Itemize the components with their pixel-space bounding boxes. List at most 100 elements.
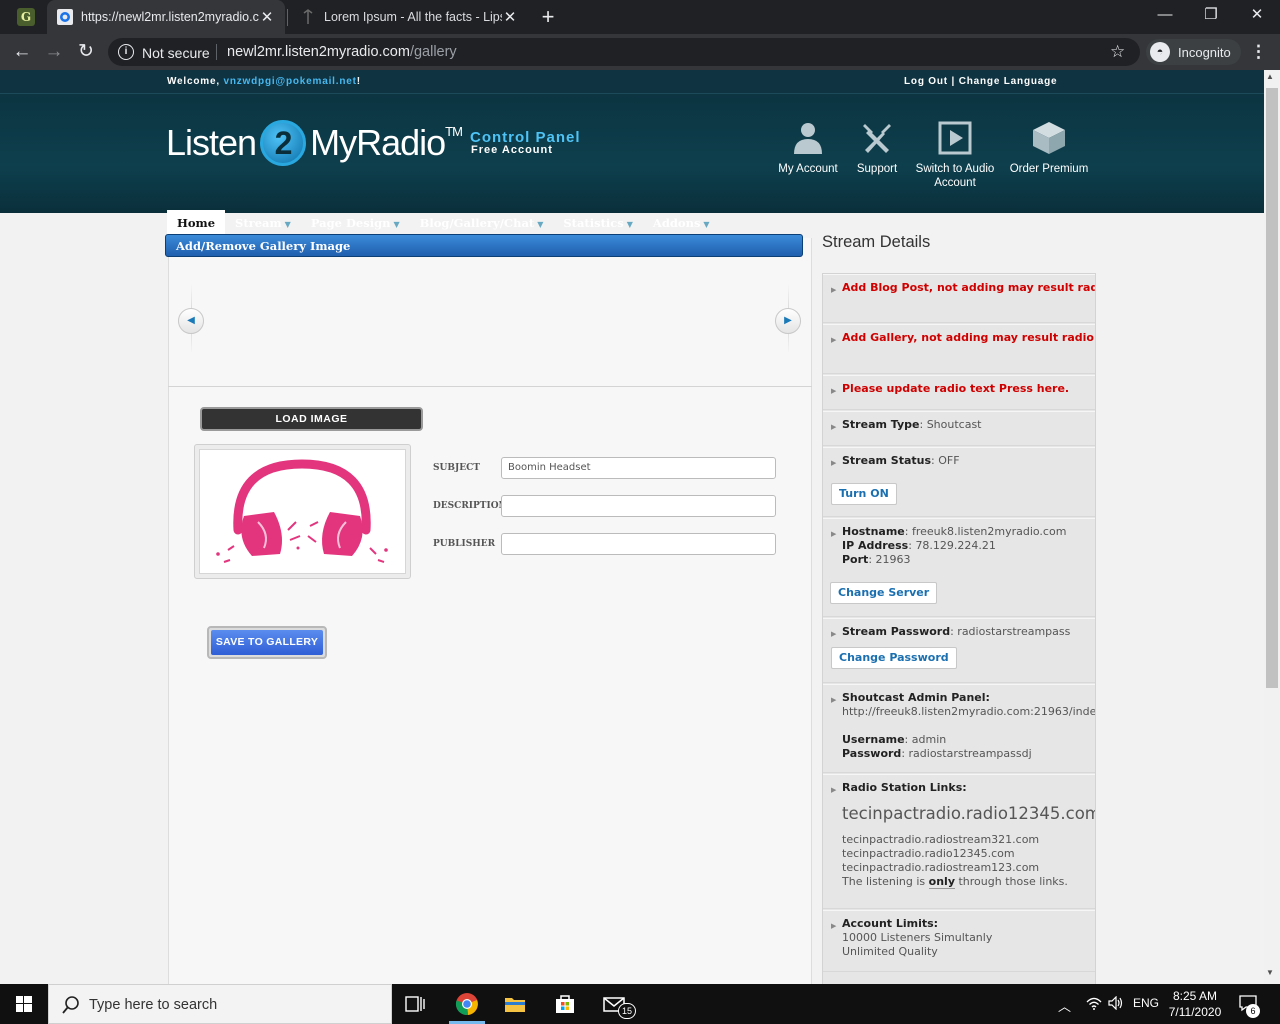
main-nav: Home Stream ▼ Page Design ▼ Blog/Gallery/C… (167, 210, 720, 237)
tab-title: Lorem Ipsum - All the facts - Lipsum (324, 10, 502, 24)
browser-menu-icon[interactable]: ⋮ (1250, 42, 1267, 62)
stream-status-label: Stream Status (842, 454, 932, 467)
admin-url[interactable]: http://freeuk8.listen2myradio.com:21963/… (842, 705, 1095, 719)
nav-label: Stream (235, 216, 282, 230)
file-explorer-icon[interactable] (503, 992, 527, 1016)
tab-title: https://newl2mr.listen2myradio.c (81, 10, 259, 24)
switch-audio-label: Switch to Audio Account (915, 163, 995, 189)
task-view-icon[interactable] (404, 992, 428, 1016)
network-icon[interactable] (1086, 996, 1102, 1013)
info-icon[interactable]: i (118, 44, 134, 60)
main-station-link[interactable]: tecinpactradio.radio12345.com (842, 805, 1095, 822)
incognito-badge[interactable]: ◓ Incognito (1146, 39, 1241, 65)
carousel-prev-button[interactable]: ◀ (178, 308, 204, 334)
nav-page-design[interactable]: Page Design ▼ (301, 210, 410, 237)
nav-stream[interactable]: Stream ▼ (225, 210, 301, 237)
nav-blog-gallery-chat[interactable]: Blog/Gallery/Chat ▼ (410, 210, 554, 237)
nav-label: Blog/Gallery/Chat (419, 216, 535, 230)
nav-label: Statistics (563, 216, 624, 230)
reload-button[interactable]: ↻ (72, 38, 100, 66)
tab-lorem-ipsum[interactable]: Lorem Ipsum - All the facts - Lipsum ✕ (290, 0, 528, 34)
stream-type-row: Stream Type: Shoutcast (842, 418, 982, 431)
username-value: admin (911, 733, 947, 746)
logout-link[interactable]: Log Out (904, 76, 948, 87)
tray-chevron-icon[interactable]: ︿ (1058, 996, 1071, 1015)
my-account-link[interactable]: My Account (768, 120, 848, 176)
admin-label: Shoutcast Admin Panel: (842, 691, 990, 704)
station-link[interactable]: tecinpactradio.radio12345.com (842, 847, 1095, 861)
image-preview[interactable] (199, 449, 406, 574)
scroll-up-icon[interactable]: ▲ (1266, 72, 1274, 81)
publisher-input[interactable] (501, 533, 776, 555)
scroll-down-icon[interactable]: ▼ (1266, 968, 1274, 977)
start-button[interactable] (0, 984, 48, 1024)
notification-badge: 6 (1246, 1004, 1260, 1018)
station-link[interactable]: tecinpactradio.radiostream321.com (842, 833, 1095, 847)
change-language-link[interactable]: Change Language (959, 76, 1058, 87)
save-to-gallery-button[interactable]: SAVE TO GALLERY (207, 626, 327, 659)
maximize-button[interactable]: ❐ (1188, 0, 1234, 30)
change-password-button[interactable]: Change Password (831, 647, 957, 669)
system-clock[interactable]: 8:25 AM 7/11/2020 (1164, 988, 1226, 1020)
warn-gallery-item[interactable]: ▶ Add Gallery, not adding may result rad… (823, 324, 1095, 374)
new-tab-button[interactable]: + (536, 4, 560, 30)
scrollbar-thumb[interactable] (1266, 88, 1278, 688)
tab-close-icon[interactable]: ✕ (502, 8, 518, 26)
load-image-button[interactable]: LOAD IMAGE (200, 407, 423, 431)
password-row: Stream Password: radiostarstreampass (842, 625, 1071, 638)
carousel-next-button[interactable]: ▶ (775, 308, 801, 334)
subject-input[interactable]: Boomin Headset (501, 457, 776, 479)
url-text[interactable]: newl2mr.listen2myradio.com/gallery (227, 44, 457, 60)
turn-on-button[interactable]: Turn ON (831, 483, 897, 505)
volume-icon[interactable] (1108, 995, 1124, 1013)
nav-home[interactable]: Home (167, 210, 226, 237)
top-strip: Welcome, vnzwdpgi@pokemail.net! Log Out … (0, 70, 1264, 94)
save-label: SAVE TO GALLERY (211, 630, 323, 655)
box-icon (1033, 122, 1065, 154)
ip-label: IP Address (842, 539, 909, 552)
omnibox-divider (216, 44, 217, 60)
close-window-button[interactable]: ✕ (1234, 0, 1280, 30)
station-links: Radio Station Links: tecinpactradio.radi… (842, 781, 1095, 889)
bullet-icon: ▶ (831, 387, 837, 395)
change-server-button[interactable]: Change Server (830, 582, 938, 604)
listening-pre: The listening is (842, 875, 929, 888)
tab-divider (287, 9, 288, 26)
security-status[interactable]: Not secure (142, 45, 210, 61)
windows-logo-icon (16, 996, 32, 1012)
switch-audio-link[interactable]: Switch to Audio Account (915, 120, 995, 190)
language-indicator[interactable]: ENG (1133, 996, 1159, 1010)
warn-update-item[interactable]: ▶ Please update radio text Press here. (823, 375, 1095, 410)
support-link[interactable]: Support (837, 120, 917, 176)
chevron-down-icon: ▼ (284, 219, 291, 229)
bullet-icon: ▶ (831, 922, 837, 930)
lipsum-favicon-icon (303, 9, 313, 24)
taskbar-search[interactable]: Type here to search (48, 984, 392, 1024)
sidebar-title: Stream Details (822, 233, 931, 251)
store-icon[interactable] (553, 992, 577, 1016)
order-premium-link[interactable]: Order Premium (1009, 120, 1089, 176)
url-host: newl2mr.listen2myradio.com (227, 44, 410, 60)
headphones-image (216, 459, 388, 563)
nav-label: Addons (652, 216, 701, 230)
tab-close-icon[interactable]: ✕ (259, 8, 275, 26)
app-favicon-icon[interactable]: G (17, 8, 35, 26)
back-button[interactable]: ← (8, 38, 36, 66)
site-logo[interactable]: Listen 2 MyRadio TM (166, 120, 463, 166)
forward-button[interactable]: → (40, 38, 68, 66)
nav-statistics[interactable]: Statistics ▼ (553, 210, 643, 237)
station-link[interactable]: tecinpactradio.radiostream123.com (842, 861, 1095, 875)
bullet-icon: ▶ (831, 630, 837, 638)
stream-status-row: Stream Status: OFF (842, 454, 960, 467)
minimize-button[interactable]: — (1142, 0, 1188, 30)
description-input[interactable] (501, 495, 776, 517)
warn-blog-item[interactable]: ▶ Add Blog Post, not adding may result r… (823, 274, 1095, 323)
admin-pass-label: Password (842, 747, 902, 760)
tab-gallery[interactable]: https://newl2mr.listen2myradio.c ✕ (47, 0, 285, 34)
top-link-separator: | (951, 76, 956, 87)
bookmark-star-icon[interactable]: ☆ (1110, 42, 1125, 62)
bullet-icon: ▶ (831, 786, 837, 794)
nav-addons[interactable]: Addons ▼ (643, 210, 720, 237)
bullet-icon: ▶ (831, 459, 837, 467)
chrome-icon[interactable] (455, 992, 479, 1016)
